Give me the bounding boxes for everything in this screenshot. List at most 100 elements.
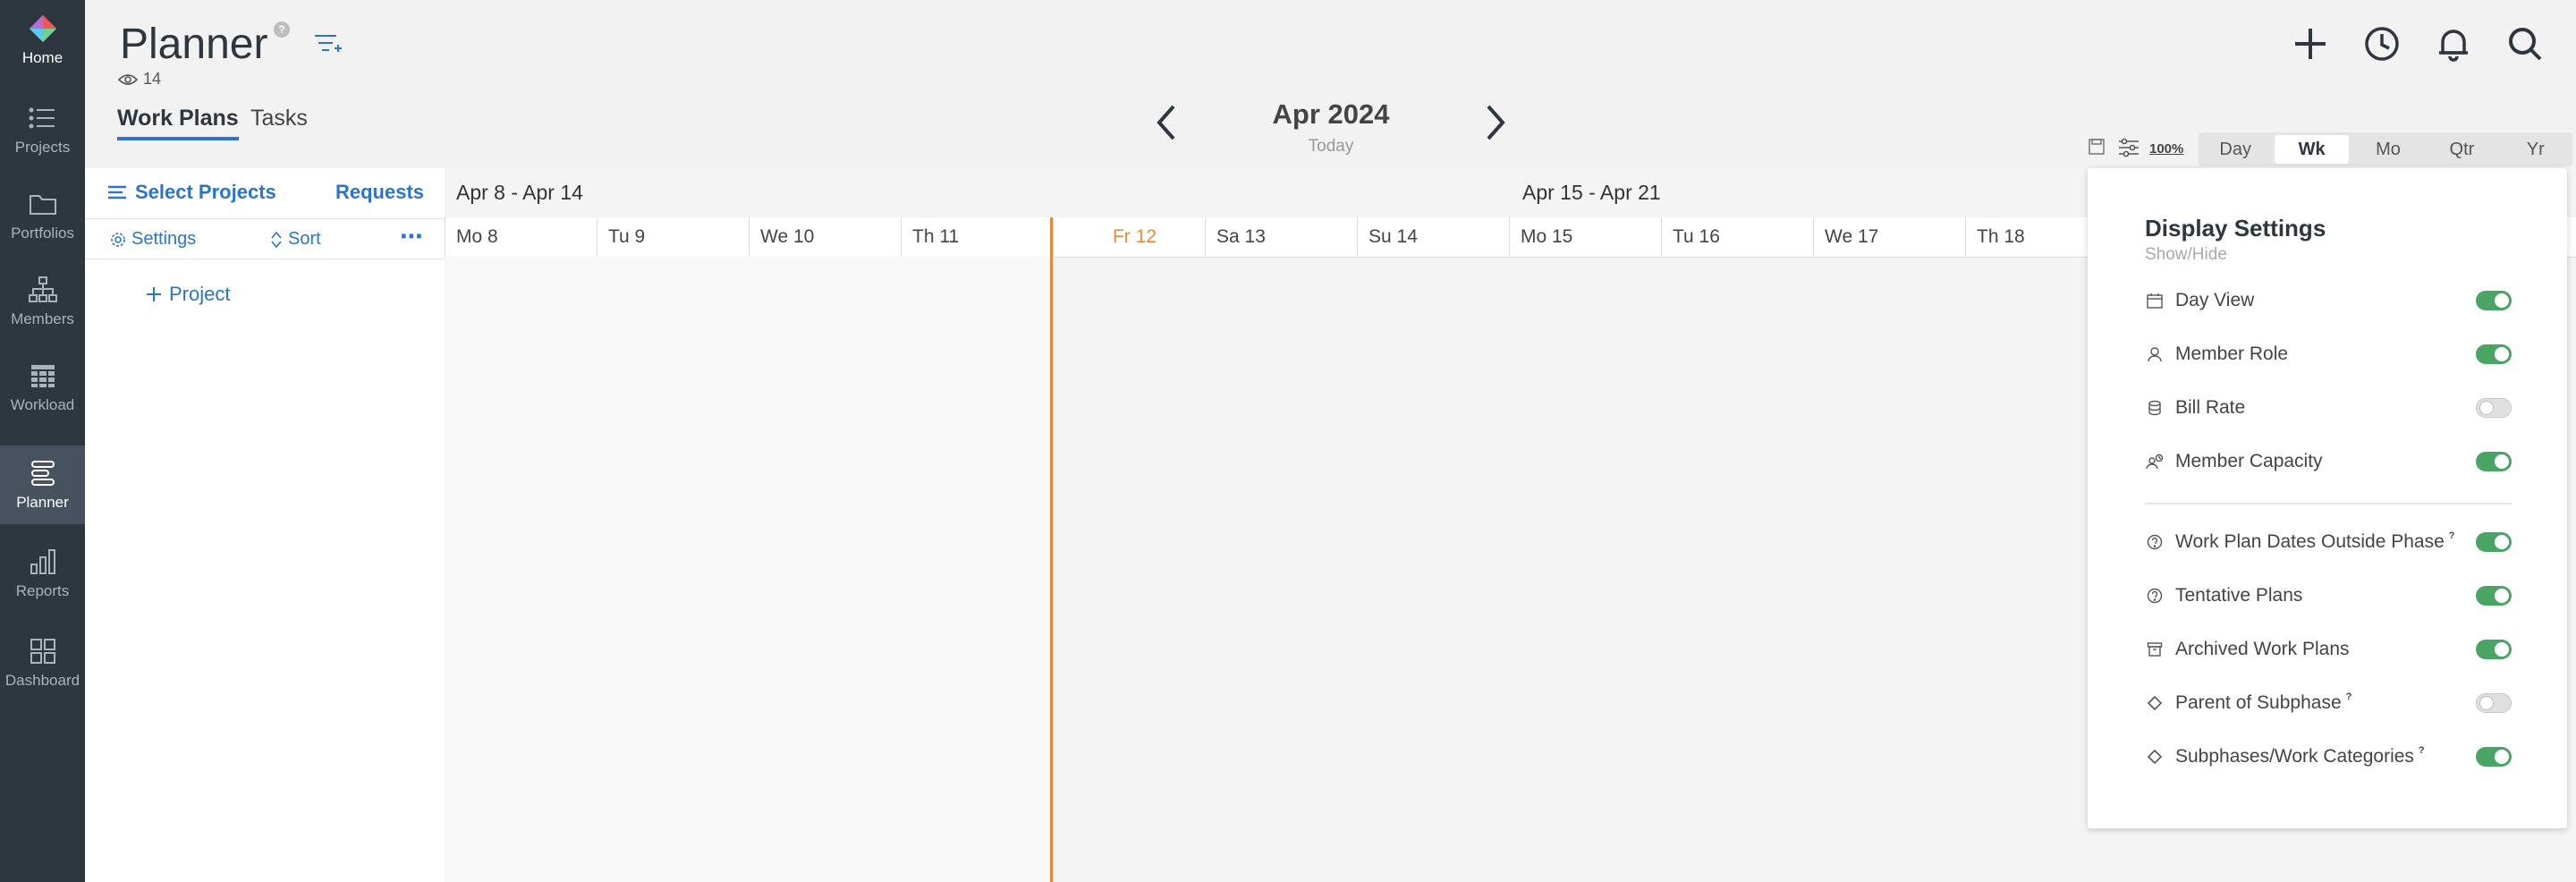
nav-item-projects[interactable]: Projects	[0, 89, 85, 170]
day-label-today: Fr 12	[1053, 217, 1205, 257]
save-view-icon[interactable]	[2088, 138, 2106, 160]
notifications-button[interactable]	[2435, 25, 2472, 67]
display-settings-subtitle: Show/Hide	[2145, 245, 2227, 264]
database-icon	[2145, 398, 2165, 418]
help-icon[interactable]: ?	[2449, 530, 2455, 541]
view-count-value: 14	[143, 70, 162, 88]
nav-label: Members	[11, 310, 74, 327]
setting-subphases-work-categories: Subphases/Work Categories ?	[2145, 741, 2512, 773]
calendar-icon	[2145, 291, 2165, 310]
scale-month-button[interactable]: Mo	[2351, 132, 2425, 166]
parent-of-subphase-toggle[interactable]	[2476, 693, 2512, 713]
day-label: We 10	[749, 217, 901, 257]
nav-item-home[interactable]: Home	[0, 0, 85, 81]
nav-item-portfolios[interactable]: Portfolios	[0, 175, 85, 256]
scale-year-button[interactable]: Yr	[2499, 132, 2572, 166]
nav-item-members[interactable]: Members	[0, 261, 85, 342]
project-panel: Select Projects Requests Settings Sort ⋯…	[85, 168, 446, 882]
nav-item-workload[interactable]: Workload	[0, 347, 85, 428]
week-label: Apr 8 - Apr 14	[456, 181, 583, 204]
zoom-level[interactable]: 100%	[2149, 141, 2183, 157]
member-role-toggle[interactable]	[2476, 344, 2512, 364]
tab-tasks[interactable]: Tasks	[250, 106, 308, 131]
day-label: Tu 9	[597, 217, 749, 257]
work-plan-dates-toggle[interactable]	[2476, 532, 2512, 552]
display-settings-popover: Display Settings Show/Hide Day View Memb…	[2088, 168, 2567, 828]
more-options-icon[interactable]: ⋯	[400, 223, 423, 250]
add-project-label: Project	[169, 283, 231, 305]
today-marker-line	[1050, 217, 1053, 882]
list-icon	[29, 107, 55, 129]
help-icon[interactable]: ?	[2346, 691, 2352, 702]
nav-item-planner[interactable]: Planner	[0, 445, 85, 524]
nav-label: Reports	[15, 582, 70, 599]
setting-label: Archived Work Plans	[2175, 639, 2350, 659]
nav-label: Projects	[14, 139, 71, 156]
select-projects-label: Select Projects	[135, 181, 276, 203]
timer-button[interactable]	[2363, 25, 2401, 67]
search-button[interactable]	[2506, 25, 2544, 67]
sort-button[interactable]: Sort	[270, 229, 321, 250]
menu-icon	[108, 185, 126, 199]
grid-icon	[30, 365, 55, 387]
requests-button[interactable]: Requests	[335, 181, 424, 204]
today-button[interactable]: Today	[1225, 137, 1436, 157]
setting-label: Subphases/Work Categories	[2175, 746, 2414, 767]
archived-work-plans-toggle[interactable]	[2476, 640, 2512, 659]
scale-day-button[interactable]: Day	[2199, 132, 2272, 166]
time-scale-switch: Day Wk Mo Qtr Yr	[2199, 132, 2572, 166]
tentative-plans-toggle[interactable]	[2476, 586, 2512, 606]
help-icon[interactable]: ?	[2419, 745, 2425, 756]
page-title: Planner	[120, 21, 268, 68]
help-badge[interactable]: ?	[274, 21, 290, 38]
member-capacity-toggle[interactable]	[2476, 452, 2512, 471]
setting-work-plan-dates-outside-phase: Work Plan Dates Outside Phase ?	[2145, 526, 2512, 558]
setting-bill-rate: Bill Rate	[2145, 392, 2512, 424]
left-nav: Home Projects Portfolios Members Workloa…	[0, 0, 85, 882]
nav-item-reports[interactable]: Reports	[0, 533, 85, 614]
nav-label: Planner	[16, 494, 69, 511]
add-button[interactable]	[2292, 25, 2329, 67]
bell-icon	[2439, 30, 2468, 62]
next-month-button[interactable]	[1483, 103, 1508, 147]
setting-member-role: Member Role	[2145, 338, 2512, 370]
setting-parent-of-subphase: Parent of Subphase ?	[2145, 687, 2512, 719]
setting-label: Parent of Subphase	[2175, 692, 2342, 713]
filter-icon[interactable]	[313, 32, 343, 60]
panel-toolbar: Settings Sort ⋯	[85, 218, 445, 259]
prev-month-button[interactable]	[1154, 103, 1179, 147]
search-icon	[2509, 28, 2542, 61]
setting-tentative-plans: Tentative Plans	[2145, 580, 2512, 612]
folder-icon	[29, 195, 56, 215]
nav-label: Workload	[10, 396, 75, 413]
scale-quarter-button[interactable]: Qtr	[2425, 132, 2498, 166]
chevron-left-icon	[1157, 105, 1175, 140]
setting-label: Member Role	[2175, 343, 2289, 364]
planner-icon	[30, 461, 55, 486]
settings-button[interactable]: Settings	[110, 229, 196, 250]
org-chart-icon	[28, 276, 57, 302]
capacity-icon	[2145, 452, 2165, 471]
past-days-area	[445, 257, 1051, 882]
add-project-button[interactable]: Project	[146, 283, 230, 306]
subphases-work-categories-toggle[interactable]	[2476, 747, 2512, 767]
sliders-icon[interactable]	[2118, 138, 2140, 162]
select-projects-button[interactable]: Select Projects	[108, 181, 276, 204]
setting-member-capacity: Member Capacity	[2145, 445, 2512, 478]
archive-icon	[2145, 640, 2165, 659]
tab-work-plans[interactable]: Work Plans	[117, 106, 239, 140]
plus-icon	[2295, 29, 2326, 59]
nav-item-dashboard[interactable]: Dashboard	[0, 623, 85, 703]
setting-archived-work-plans: Archived Work Plans	[2145, 633, 2512, 666]
scale-week-button[interactable]: Wk	[2275, 135, 2349, 164]
eye-icon	[118, 73, 138, 85]
setting-day-view: Day View	[2145, 284, 2512, 317]
bill-rate-toggle[interactable]	[2476, 398, 2512, 418]
day-view-toggle[interactable]	[2476, 291, 2512, 310]
settings-label: Settings	[131, 229, 197, 249]
day-label: We 17	[1813, 217, 1965, 257]
nav-label: Home	[21, 49, 64, 66]
person-icon	[2145, 344, 2165, 364]
day-label: Th 11	[901, 217, 1053, 257]
setting-label: Work Plan Dates Outside Phase	[2175, 531, 2445, 552]
